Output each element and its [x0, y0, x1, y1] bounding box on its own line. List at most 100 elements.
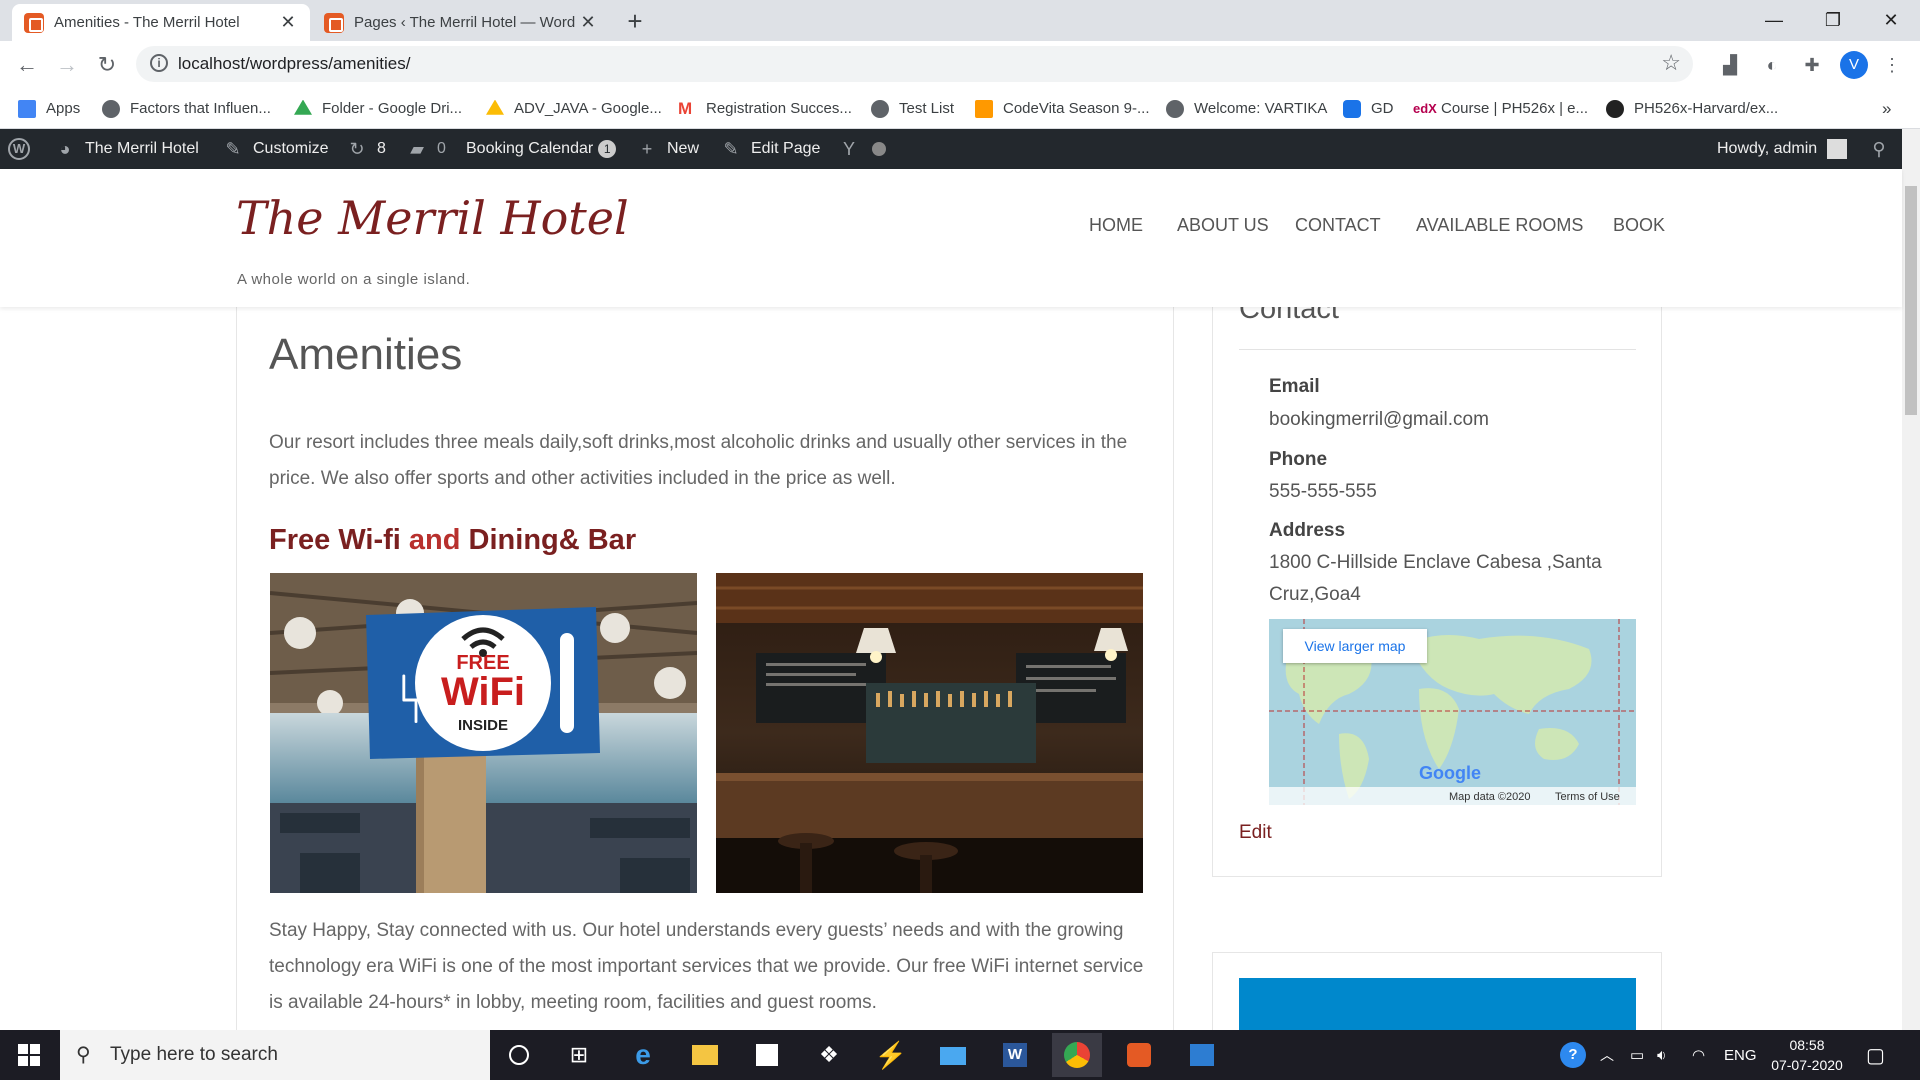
admin-comments[interactable]: ▰ 0: [406, 129, 446, 169]
view-larger-map-button[interactable]: View larger map: [1283, 629, 1427, 663]
admin-search-icon[interactable]: ⚲: [1868, 129, 1899, 169]
admin-new[interactable]: + New: [636, 129, 699, 169]
close-window-button[interactable]: ✕: [1862, 0, 1920, 41]
forward-button[interactable]: →: [52, 50, 82, 80]
bookmark-item[interactable]: ADV_JAVA - Google...: [486, 88, 662, 129]
vscode-icon[interactable]: ⚡: [872, 1036, 910, 1074]
site-title[interactable]: The Merril Hotel: [236, 191, 629, 245]
brush-icon: ✎: [225, 139, 241, 159]
extension-circle-icon[interactable]: ◐: [1758, 51, 1786, 79]
admin-avatar: [1827, 139, 1848, 159]
bookmark-apps[interactable]: Apps: [18, 88, 80, 129]
language-indicator[interactable]: ENG: [1724, 1030, 1757, 1080]
gmail-icon: M: [678, 98, 693, 118]
bookmarks-overflow-button[interactable]: »: [1882, 88, 1891, 129]
bookmark-star-icon[interactable]: ☆: [1661, 50, 1681, 76]
bookmark-item[interactable]: CodeVita Season 9-...: [975, 88, 1149, 129]
notifications-icon[interactable]: ▢: [1866, 1030, 1885, 1080]
back-button[interactable]: ←: [12, 50, 42, 80]
wifi-sign-wifi: WiFi: [441, 670, 525, 714]
word-icon[interactable]: W: [996, 1036, 1034, 1074]
admin-booking-calendar[interactable]: Booking Calendar 1: [466, 129, 617, 169]
bookmark-item[interactable]: M Registration Succes...: [678, 88, 852, 129]
nav-book[interactable]: BOOK: [1613, 215, 1665, 236]
dining-bar-photo: [716, 573, 1143, 893]
admin-updates[interactable]: ↻ 8: [346, 129, 385, 169]
bookmark-item[interactable]: Factors that Influen...: [102, 88, 271, 129]
volume-icon[interactable]: 🔉︎: [1657, 1030, 1666, 1080]
battery-icon[interactable]: ▭: [1630, 1030, 1644, 1080]
bookmark-item[interactable]: GD: [1343, 88, 1394, 129]
close-tab-icon[interactable]: ✕: [578, 12, 598, 33]
taskbar-search-placeholder[interactable]: Type here to search: [110, 1044, 278, 1066]
admin-howdy[interactable]: Howdy, admin: [1717, 129, 1848, 169]
mail-icon[interactable]: [934, 1036, 972, 1074]
phone-label: Phone: [1269, 449, 1328, 470]
tray-overflow-icon[interactable]: ︿: [1600, 1030, 1614, 1080]
edge-icon[interactable]: e: [624, 1036, 662, 1074]
clock-time: 08:58: [1789, 1037, 1825, 1053]
scrollbar-thumb[interactable]: [1905, 186, 1917, 415]
bookmark-item[interactable]: edX Course | PH526x | e...: [1413, 88, 1588, 129]
wifi-paragraph: Stay Happy, Stay connected with us. Our …: [269, 920, 1144, 1013]
bookmark-item[interactable]: Folder - Google Dri...: [294, 88, 462, 129]
globe-icon: [871, 99, 889, 118]
bookmarks-bar: Apps Factors that Influen... Folder - Go…: [0, 88, 1920, 129]
site-tagline: A whole world on a single island.: [237, 271, 471, 288]
minimize-button[interactable]: —: [1745, 0, 1803, 41]
browser-menu-icon[interactable]: ⋮: [1878, 51, 1906, 79]
booking-badge: 1: [598, 140, 617, 158]
cortana-icon[interactable]: [500, 1036, 538, 1074]
chrome-icon[interactable]: [1052, 1033, 1102, 1077]
photos-icon[interactable]: [1182, 1036, 1220, 1074]
xampp-icon[interactable]: [1120, 1036, 1158, 1074]
profile-avatar[interactable]: V: [1840, 51, 1868, 79]
dropbox-icon[interactable]: ❖: [810, 1036, 848, 1074]
close-tab-icon[interactable]: ✕: [278, 12, 298, 33]
map-terms-link[interactable]: Terms of Use: [1555, 791, 1620, 803]
comment-icon: ▰: [410, 139, 424, 159]
nav-contact[interactable]: CONTACT: [1295, 215, 1381, 236]
free-wifi-photo: ⑂ FREE WiFi INSIDE: [270, 573, 697, 893]
store-icon[interactable]: [748, 1036, 786, 1074]
task-view-icon[interactable]: ⊞: [560, 1036, 598, 1074]
email-value[interactable]: bookingmerril@gmail.com: [1269, 404, 1489, 436]
url-text[interactable]: localhost/wordpress/amenities/: [178, 54, 410, 74]
bookmark-item[interactable]: PH526x-Harvard/ex...: [1606, 88, 1778, 129]
bookmark-item[interactable]: Test List: [871, 88, 954, 129]
edit-widget-link[interactable]: Edit: [1239, 822, 1272, 844]
intro-paragraph: Our resort includes three meals daily,so…: [269, 432, 1128, 489]
site-info-icon[interactable]: i: [150, 54, 168, 72]
address-label: Address: [1269, 520, 1346, 541]
nav-available-rooms[interactable]: AVAILABLE ROOMS: [1416, 215, 1583, 236]
file-explorer-icon[interactable]: [686, 1036, 724, 1074]
tab-amenities[interactable]: Amenities - The Merril Hotel ✕: [12, 4, 310, 41]
tab-pages[interactable]: Pages ‹ The Merril Hotel — Word ✕: [312, 4, 610, 41]
admin-site-name[interactable]: ◕ The Merril Hotel: [54, 129, 199, 169]
windows-start-icon[interactable]: [18, 1044, 40, 1066]
bookmark-item[interactable]: Welcome: VARTIKA: [1166, 88, 1327, 129]
windows-taskbar: ⚲ Type here to search ⊞ e ❖ ⚡ W ? ︿ ▭ 🔉︎…: [0, 1030, 1920, 1080]
tab-title: Pages ‹ The Merril Hotel — Word: [354, 14, 576, 31]
admin-edit-page[interactable]: ✎ Edit Page: [720, 129, 820, 169]
taskbar-search-box[interactable]: ⚲ Type here to search: [60, 1030, 490, 1080]
nav-home[interactable]: HOME: [1089, 215, 1143, 236]
restore-button[interactable]: ❐: [1804, 0, 1862, 41]
dashboard-icon: ◕: [59, 139, 71, 159]
extensions-puzzle-icon[interactable]: ✚: [1798, 51, 1826, 79]
reload-button[interactable]: ↻: [92, 50, 122, 80]
admin-customize[interactable]: ✎ Customize: [222, 129, 328, 169]
wifi-icon[interactable]: ◠: [1692, 1030, 1705, 1080]
wordpress-logo-icon[interactable]: W: [8, 129, 39, 169]
yoast-seo-icon[interactable]: Y: [838, 129, 869, 169]
extension-chart-icon[interactable]: ▟: [1716, 51, 1744, 79]
new-tab-button[interactable]: +: [620, 6, 650, 36]
browser-toolbar: ← → ↻ i localhost/wordpress/amenities/ ☆…: [0, 41, 1920, 88]
clock[interactable]: 08:58 07-07-2020: [1762, 1030, 1852, 1080]
help-icon[interactable]: ?: [1560, 1030, 1586, 1080]
address-bar[interactable]: i localhost/wordpress/amenities/ ☆: [136, 46, 1693, 82]
edx-icon: edX: [1413, 100, 1437, 116]
nav-about-us[interactable]: ABOUT US: [1177, 215, 1269, 236]
widget-divider: [1239, 349, 1636, 350]
embedded-map[interactable]: View larger map Google Map data ©2020 Te…: [1269, 619, 1636, 805]
